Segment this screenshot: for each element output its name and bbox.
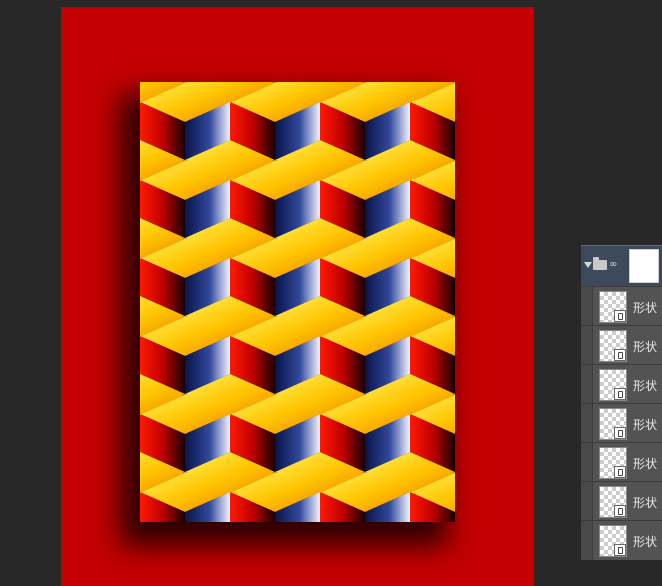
- layer-thumbnail: [599, 291, 627, 323]
- smart-object-icon: [614, 349, 626, 361]
- layer-mask-thumbnail[interactable]: [629, 249, 659, 283]
- smart-object-icon: [614, 427, 626, 439]
- visibility-toggle[interactable]: [581, 287, 593, 326]
- layer-name[interactable]: 形状: [633, 455, 657, 472]
- layer-row[interactable]: 形状: [581, 403, 662, 443]
- layer-name[interactable]: 形状: [633, 416, 657, 433]
- layer-name[interactable]: 形状: [633, 299, 657, 316]
- smart-object-icon: [614, 466, 626, 478]
- layer-thumbnail: [599, 447, 627, 479]
- layer-row[interactable]: 形状: [581, 325, 662, 365]
- smart-object-icon: [614, 310, 626, 322]
- chain-link-icon[interactable]: ∞: [609, 259, 617, 271]
- layer-row[interactable]: 形状: [581, 481, 662, 521]
- smart-object-icon: [614, 505, 626, 517]
- smart-object-icon: [614, 544, 626, 556]
- layer-name[interactable]: 形状: [633, 377, 657, 394]
- visibility-toggle[interactable]: [581, 521, 593, 560]
- folder-icon: [593, 257, 607, 270]
- layer-name[interactable]: 形状: [633, 533, 657, 550]
- smart-object-icon: [614, 388, 626, 400]
- visibility-toggle[interactable]: [581, 443, 593, 482]
- layer-thumbnail: [599, 408, 627, 440]
- triangle-down-icon[interactable]: [584, 262, 592, 268]
- layer-name[interactable]: 形状: [633, 338, 657, 355]
- layer-thumbnail: [599, 486, 627, 518]
- artwork-image[interactable]: [140, 82, 455, 522]
- visibility-toggle[interactable]: [581, 482, 593, 521]
- layer-group-row[interactable]: ∞: [581, 246, 662, 286]
- layer-row[interactable]: 形状: [581, 364, 662, 404]
- layer-row[interactable]: 形状: [581, 520, 662, 560]
- layer-thumbnail: [599, 525, 627, 557]
- layer-name[interactable]: 形状: [633, 494, 657, 511]
- cube-pattern: [140, 82, 455, 522]
- visibility-toggle[interactable]: [581, 404, 593, 443]
- layers-panel: ∞ 形状 形状 形状 形状 形状 形状 形状: [581, 245, 662, 560]
- layer-row[interactable]: 形状: [581, 442, 662, 482]
- layer-thumbnail: [599, 330, 627, 362]
- visibility-toggle[interactable]: [581, 365, 593, 404]
- visibility-toggle[interactable]: [581, 326, 593, 365]
- layer-row[interactable]: 形状: [581, 286, 662, 326]
- layer-thumbnail: [599, 369, 627, 401]
